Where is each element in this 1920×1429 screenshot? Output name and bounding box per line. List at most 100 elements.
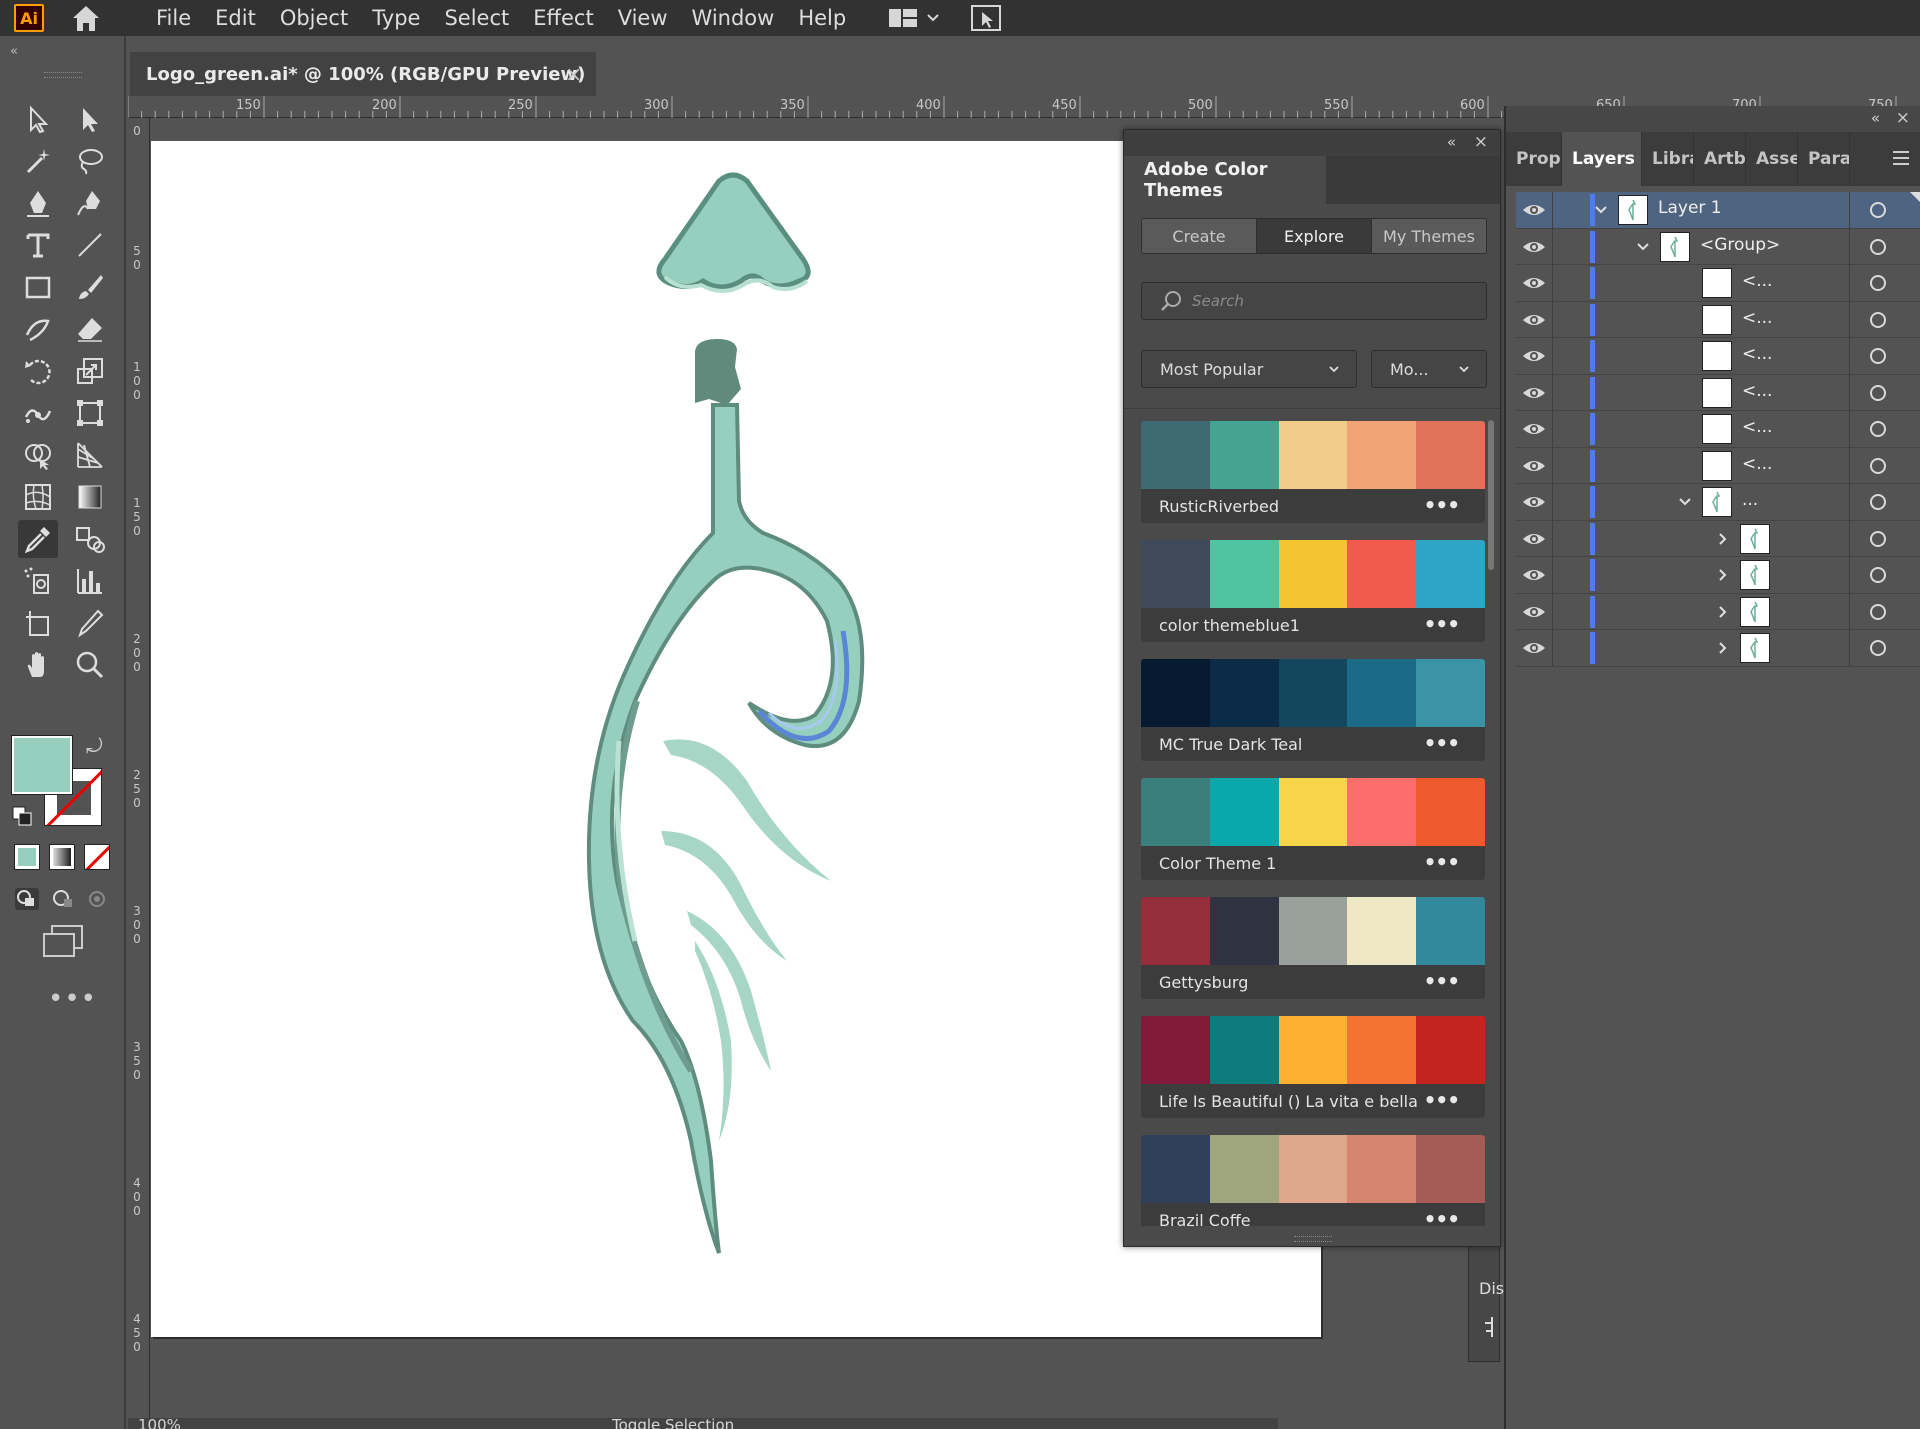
time-range-dropdown[interactable]: Mo... [1371, 350, 1487, 388]
layer-row[interactable]: <... [1516, 411, 1920, 448]
theme-swatch[interactable] [1416, 1016, 1485, 1084]
visibility-eye-icon[interactable] [1522, 419, 1546, 439]
theme-swatch[interactable] [1278, 1016, 1348, 1084]
artboard-tool[interactable] [18, 604, 58, 642]
chevron-right-icon[interactable] [1716, 641, 1730, 655]
eraser-tool[interactable] [70, 310, 110, 348]
tab-paragraph[interactable]: Para [1798, 132, 1850, 186]
target-circle-icon[interactable] [1870, 567, 1886, 583]
target-circle-icon[interactable] [1870, 421, 1886, 437]
visibility-eye-icon[interactable] [1522, 565, 1546, 585]
menu-select[interactable]: Select [442, 6, 511, 30]
theme-swatch[interactable] [1209, 1135, 1279, 1203]
layer-row[interactable]: <... [1516, 338, 1920, 375]
zoom-level-field[interactable]: 100% [138, 1418, 181, 1429]
menu-object[interactable]: Object [278, 6, 350, 30]
perspective-grid-tool[interactable] [70, 436, 110, 474]
visibility-eye-icon[interactable] [1522, 346, 1546, 366]
themes-scrollbar[interactable] [1488, 420, 1494, 570]
collapse-panel-icon[interactable]: « [1871, 109, 1880, 127]
target-circle-icon[interactable] [1870, 238, 1886, 255]
theme-swatches[interactable] [1141, 421, 1485, 489]
target-circle-icon[interactable] [1870, 457, 1886, 474]
rectangle-tool[interactable] [18, 268, 58, 306]
theme-card[interactable]: Brazil Coffe ••• [1141, 1135, 1485, 1226]
screen-mode-icon[interactable] [42, 924, 84, 958]
theme-swatch[interactable] [1209, 421, 1279, 489]
gradient-tool[interactable] [70, 478, 110, 516]
shaper-tool[interactable] [18, 310, 58, 348]
theme-swatches[interactable] [1141, 897, 1485, 965]
theme-swatch[interactable] [1209, 540, 1279, 608]
theme-swatch[interactable] [1347, 778, 1417, 846]
draw-behind-button[interactable] [48, 885, 78, 913]
theme-swatch[interactable] [1347, 421, 1417, 489]
target-circle-icon[interactable] [1870, 348, 1886, 364]
target-circle-icon[interactable] [1870, 202, 1886, 218]
puppet-warp-tool[interactable] [18, 394, 58, 432]
tab-explore[interactable]: Explore [1257, 219, 1372, 253]
magic-wand-tool[interactable] [18, 142, 58, 180]
gradient-mode-button[interactable] [49, 844, 75, 870]
theme-swatch[interactable] [1209, 1016, 1279, 1084]
chevron-down-icon[interactable] [1594, 203, 1608, 217]
free-transform-tool[interactable] [70, 394, 110, 432]
theme-swatches[interactable] [1141, 1135, 1485, 1203]
theme-swatch[interactable] [1141, 1135, 1210, 1203]
panel-titlebar[interactable]: « × [1124, 130, 1500, 156]
slice-tool[interactable] [70, 604, 110, 642]
theme-more-options-icon[interactable]: ••• [1424, 969, 1460, 993]
visibility-eye-icon[interactable] [1522, 529, 1546, 549]
visibility-eye-icon[interactable] [1522, 383, 1546, 403]
target-circle-icon[interactable] [1870, 275, 1886, 291]
selection-tool[interactable] [18, 100, 58, 138]
menu-edit[interactable]: Edit [213, 6, 258, 30]
visibility-eye-icon[interactable] [1522, 602, 1546, 622]
theme-swatch[interactable] [1347, 540, 1417, 608]
tab-my-themes[interactable]: My Themes [1372, 219, 1486, 253]
theme-card[interactable]: Gettysburg ••• [1141, 897, 1485, 999]
rotate-tool[interactable] [18, 352, 58, 390]
blend-tool[interactable] [70, 520, 110, 558]
curvature-tool[interactable] [70, 184, 110, 222]
target-circle-icon[interactable] [1870, 530, 1886, 547]
visibility-eye-icon[interactable] [1522, 310, 1546, 330]
visibility-eye-icon[interactable] [1522, 456, 1546, 476]
tab-artboards[interactable]: Artb [1694, 132, 1746, 186]
theme-more-options-icon[interactable]: ••• [1424, 1088, 1460, 1112]
theme-swatch[interactable] [1347, 1016, 1417, 1084]
target-circle-icon[interactable] [1870, 384, 1886, 401]
theme-swatches[interactable] [1141, 1016, 1485, 1084]
close-document-icon[interactable]: × [565, 62, 582, 86]
theme-swatch[interactable] [1141, 778, 1210, 846]
theme-swatches[interactable] [1141, 659, 1485, 727]
theme-more-options-icon[interactable]: ••• [1424, 493, 1460, 517]
visibility-eye-icon[interactable] [1522, 237, 1546, 257]
chevron-down-icon[interactable] [1678, 495, 1692, 509]
theme-swatch[interactable] [1416, 659, 1485, 727]
default-fill-stroke-icon[interactable] [12, 806, 32, 826]
symbol-sprayer-tool[interactable] [18, 562, 58, 600]
sort-dropdown[interactable]: Most Popular [1141, 350, 1357, 388]
layer-row[interactable] [1516, 557, 1920, 594]
layer-row[interactable]: <... [1516, 265, 1920, 302]
visibility-eye-icon[interactable] [1522, 200, 1546, 220]
layer-row[interactable]: <... [1516, 374, 1920, 411]
theme-swatches[interactable] [1141, 778, 1485, 846]
target-circle-icon[interactable] [1870, 311, 1886, 328]
type-tool[interactable] [18, 226, 58, 264]
mesh-tool[interactable] [18, 478, 58, 516]
theme-more-options-icon[interactable]: ••• [1424, 850, 1460, 874]
themes-list[interactable]: RusticRiverbed ••• color themeblue1 ••• MC T… [1124, 408, 1502, 1226]
theme-swatch[interactable] [1416, 540, 1485, 608]
theme-swatch[interactable] [1416, 421, 1485, 489]
close-panel-icon[interactable]: × [1474, 132, 1488, 152]
lasso-tool[interactable] [70, 142, 110, 180]
eyedropper-tool[interactable] [18, 520, 58, 558]
tab-asset-export[interactable]: Asse [1746, 132, 1798, 186]
theme-card[interactable]: Color Theme 1 ••• [1141, 778, 1485, 880]
column-graph-tool[interactable] [70, 562, 110, 600]
panel-resize-grip[interactable] [1294, 1236, 1332, 1242]
layer-row[interactable] [1516, 593, 1920, 630]
chevron-right-icon[interactable] [1716, 568, 1730, 582]
